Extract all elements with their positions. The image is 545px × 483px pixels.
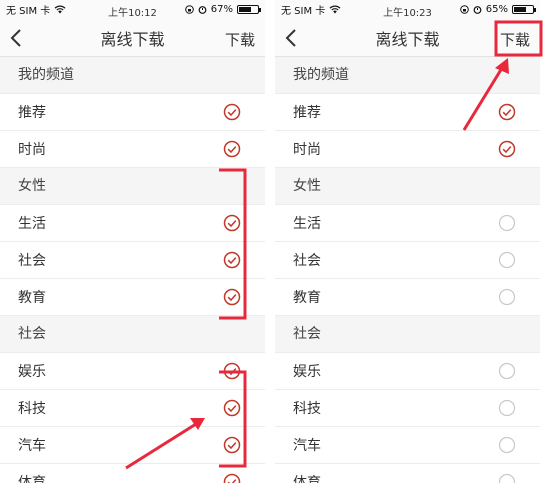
checked-circle-icon[interactable]: [223, 436, 241, 454]
checked-circle-icon[interactable]: [498, 103, 516, 121]
download-button[interactable]: 下载: [500, 29, 530, 50]
phone-screen-left: 无 SIM 卡 67% 上午10:12 离线下载 下载 我的频道 推荐 时尚 女…: [0, 0, 265, 483]
channel-row[interactable]: 科技: [0, 390, 265, 427]
channel-row[interactable]: 生活: [0, 205, 265, 242]
carrier-label: 无 SIM 卡: [6, 6, 51, 17]
channel-row[interactable]: 生活: [275, 205, 540, 242]
wifi-icon: [329, 5, 341, 14]
page-title: 离线下载: [100, 29, 165, 49]
nav-bar: 离线下载 下载: [0, 19, 265, 57]
back-chevron-icon[interactable]: [283, 28, 301, 48]
channel-list: 我的频道 推荐 时尚 女性 生活 社会 教育 社会 娱乐 科技 汽车 体育: [275, 57, 540, 483]
section-header: 女性: [275, 168, 540, 205]
channel-row[interactable]: 教育: [0, 279, 265, 316]
back-chevron-icon[interactable]: [8, 28, 26, 48]
unchecked-circle-icon[interactable]: [498, 399, 516, 417]
phone-screen-right: 无 SIM 卡 65% 上午10:23 离线下载 下载 我的频道 推荐 时尚 女…: [275, 0, 540, 483]
download-button[interactable]: 下载: [225, 29, 255, 50]
channel-row[interactable]: 推荐: [275, 94, 540, 131]
section-header: 女性: [0, 168, 265, 205]
status-bar: 无 SIM 卡 67%: [0, 0, 265, 19]
section-header: 社会: [275, 316, 540, 353]
channel-row[interactable]: 教育: [275, 279, 540, 316]
unchecked-circle-icon[interactable]: [498, 251, 516, 269]
alarm-icon: [198, 6, 207, 14]
section-header: 我的频道: [0, 57, 265, 94]
checked-circle-icon[interactable]: [223, 362, 241, 380]
section-header: 社会: [0, 316, 265, 353]
unchecked-circle-icon[interactable]: [498, 436, 516, 454]
unchecked-circle-icon[interactable]: [498, 288, 516, 306]
checked-circle-icon[interactable]: [223, 399, 241, 417]
battery-percent: 67%: [210, 4, 233, 15]
channel-list: 我的频道 推荐 时尚 女性 生活 社会 教育 社会 娱乐 科技 汽车 体育: [0, 57, 265, 483]
status-bar: 无 SIM 卡 65%: [275, 0, 540, 19]
channel-row[interactable]: 推荐: [0, 94, 265, 131]
checked-circle-icon[interactable]: [498, 140, 516, 158]
channel-row[interactable]: 社会: [0, 242, 265, 279]
checked-circle-icon[interactable]: [223, 140, 241, 158]
unchecked-circle-icon[interactable]: [498, 214, 516, 232]
rotation-lock-icon: [184, 5, 194, 14]
battery-icon: [237, 5, 261, 14]
channel-row[interactable]: 娱乐: [275, 353, 540, 390]
carrier-label: 无 SIM 卡: [281, 6, 326, 17]
battery-percent: 65%: [485, 4, 508, 15]
unchecked-circle-icon[interactable]: [498, 362, 516, 380]
checked-circle-icon[interactable]: [223, 103, 241, 121]
channel-row[interactable]: 汽车: [0, 427, 265, 464]
channel-row[interactable]: 汽车: [275, 427, 540, 464]
channel-row[interactable]: 科技: [275, 390, 540, 427]
checked-circle-icon[interactable]: [223, 251, 241, 269]
rotation-lock-icon: [459, 5, 469, 14]
unchecked-circle-icon[interactable]: [498, 473, 516, 483]
checked-circle-icon[interactable]: [223, 473, 241, 483]
channel-row[interactable]: 体育: [275, 464, 540, 483]
channel-row[interactable]: 体育: [0, 464, 265, 483]
page-title: 离线下载: [375, 29, 440, 49]
nav-bar: 离线下载 下载: [275, 19, 540, 57]
checked-circle-icon[interactable]: [223, 214, 241, 232]
channel-row[interactable]: 时尚: [0, 131, 265, 168]
screen-divider: [265, 0, 275, 483]
channel-row[interactable]: 娱乐: [0, 353, 265, 390]
wifi-icon: [54, 5, 66, 14]
battery-icon: [512, 5, 536, 14]
checked-circle-icon[interactable]: [223, 288, 241, 306]
channel-row[interactable]: 社会: [275, 242, 540, 279]
channel-row[interactable]: 时尚: [275, 131, 540, 168]
alarm-icon: [473, 6, 482, 14]
section-header: 我的频道: [275, 57, 540, 94]
